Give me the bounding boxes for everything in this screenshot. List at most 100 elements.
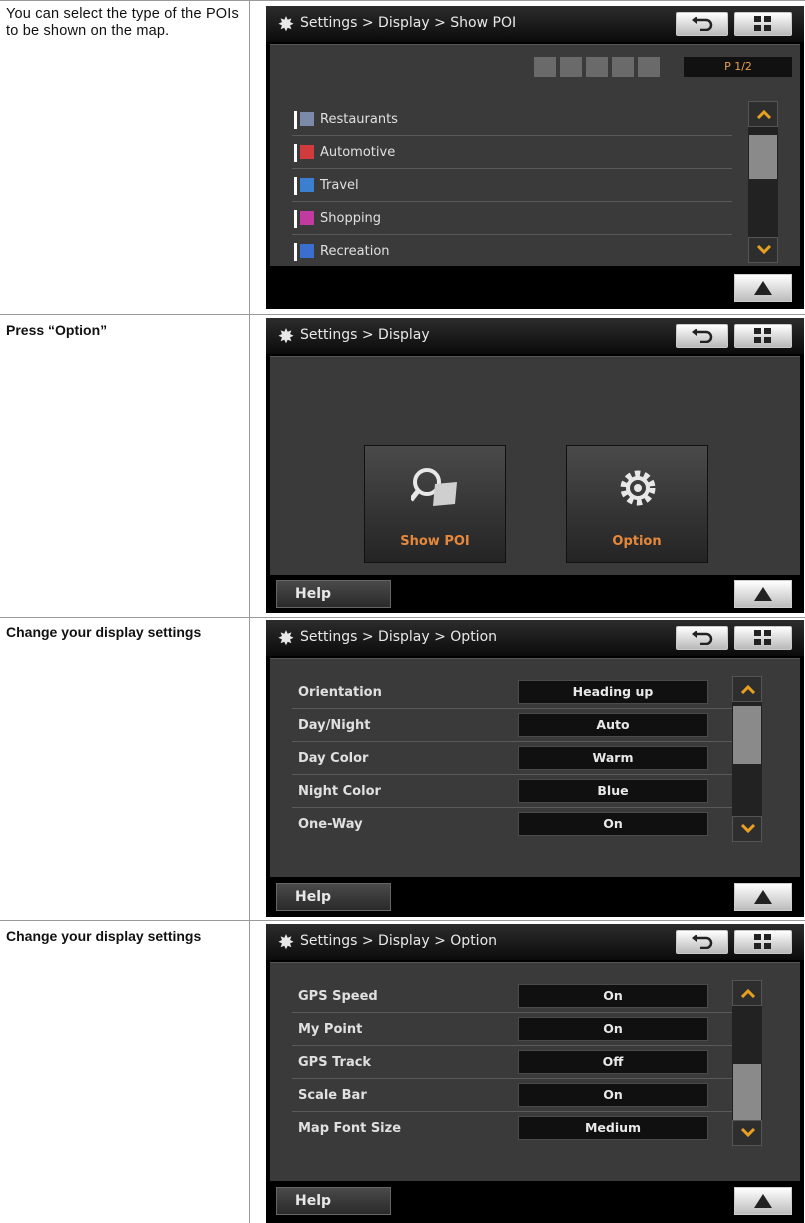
chevron-up-icon (756, 109, 772, 119)
back-arrow-icon (692, 631, 713, 645)
back-button[interactable] (676, 12, 728, 36)
header-bar: ✸ Settings > Display (266, 318, 804, 354)
poi-item-label: Shopping (320, 211, 382, 226)
back-arrow-icon (692, 329, 713, 343)
scroll-thumb[interactable] (733, 1064, 761, 1120)
grid-menu-icon (754, 630, 771, 645)
scroll-thumb[interactable] (749, 135, 777, 179)
option-value-button[interactable]: Blue (518, 779, 708, 803)
option-row-gps-speed: GPS Speed On (292, 980, 732, 1013)
option-value-button[interactable]: Heading up (518, 680, 708, 704)
grid-menu-icon (754, 16, 771, 31)
row-1-description: You can select the type of the POIs to b… (6, 6, 239, 39)
settings-gear-icon: ✸ (277, 12, 295, 36)
chevron-down-icon (740, 1128, 756, 1138)
scrollbar[interactable] (732, 676, 762, 842)
collapse-up-button[interactable] (734, 883, 792, 911)
chevron-down-icon (740, 824, 756, 834)
option-row-one-way: One-Way On (292, 808, 732, 841)
show-poi-tile[interactable]: Show POI (364, 445, 506, 563)
settings-gear-icon: ✸ (277, 324, 295, 348)
menu-button[interactable] (734, 626, 792, 650)
collapse-up-button[interactable] (734, 274, 792, 302)
help-button[interactable]: Help (276, 883, 391, 911)
travel-icon (294, 177, 314, 195)
scrollbar[interactable] (748, 101, 778, 263)
option-tile[interactable]: Option (566, 445, 708, 563)
menu-button[interactable] (734, 930, 792, 954)
poi-item-restaurants[interactable]: Restaurants (292, 103, 732, 136)
restaurant-icon (294, 111, 314, 129)
option-label: GPS Track (298, 1055, 372, 1070)
breadcrumb: Settings > Display > Option (300, 933, 498, 949)
column-divider (249, 0, 250, 1223)
footer-bar (266, 270, 804, 306)
up-arrow-icon (754, 890, 772, 904)
scrollbar[interactable] (732, 980, 762, 1146)
help-button[interactable]: Help (276, 580, 391, 608)
scroll-down-button[interactable] (748, 237, 778, 263)
back-button[interactable] (676, 626, 728, 650)
option-value-button[interactable]: On (518, 1083, 708, 1107)
scroll-down-button[interactable] (732, 1120, 762, 1146)
option-value-button[interactable]: On (518, 984, 708, 1008)
option-row-night-color: Night Color Blue (292, 775, 732, 808)
option-value-button[interactable]: On (518, 812, 708, 836)
scroll-up-button[interactable] (732, 676, 762, 702)
menu-button[interactable] (734, 12, 792, 36)
option-label: Orientation (298, 685, 382, 700)
poi-item-label: Travel (320, 178, 359, 193)
option-value-button[interactable]: Medium (518, 1116, 708, 1140)
menu-button[interactable] (734, 324, 792, 348)
page-dot (560, 57, 582, 77)
magnifier-map-icon (411, 468, 457, 506)
poi-item-travel[interactable]: Travel (292, 169, 732, 202)
settings-gear-icon: ✸ (277, 930, 295, 954)
option-value-button[interactable]: On (518, 1017, 708, 1041)
back-button[interactable] (676, 324, 728, 348)
header-bar: ✸ Settings > Display > Option (266, 924, 804, 960)
help-button[interactable]: Help (276, 1187, 391, 1215)
grid-menu-icon (754, 934, 771, 949)
option-label: Scale Bar (298, 1088, 367, 1103)
tile-label: Show POI (400, 534, 470, 549)
page-dot (638, 57, 660, 77)
back-button[interactable] (676, 930, 728, 954)
show-poi-screen: ✸ Settings > Display > Show POI P 1/2 Re… (266, 6, 804, 309)
scroll-down-button[interactable] (732, 816, 762, 842)
poi-item-label: Automotive (320, 145, 396, 160)
poi-item-recreation[interactable]: Recreation (292, 235, 732, 268)
footer-bar: Help (266, 879, 804, 915)
up-arrow-icon (754, 281, 772, 295)
option-row-map-font-size: Map Font Size Medium (292, 1112, 732, 1145)
collapse-up-button[interactable] (734, 580, 792, 608)
header-bar: ✸ Settings > Display > Show POI (266, 6, 804, 42)
option-value-button[interactable]: Auto (518, 713, 708, 737)
scroll-up-button[interactable] (748, 101, 778, 127)
option-row-my-point: My Point On (292, 1013, 732, 1046)
option-row-gps-track: GPS Track Off (292, 1046, 732, 1079)
option-label: Map Font Size (298, 1121, 402, 1136)
row-3-description: Change your display settings (6, 624, 202, 640)
option-value-button[interactable]: Off (518, 1050, 708, 1074)
display-panel: Show POI Option (270, 356, 800, 575)
row-divider (0, 314, 805, 315)
option-row-day-night: Day/Night Auto (292, 709, 732, 742)
option-label: Day/Night (298, 718, 371, 733)
row-4-description: Change your display settings (6, 928, 202, 944)
row-divider (0, 920, 805, 921)
chevron-down-icon (756, 245, 772, 255)
up-arrow-icon (754, 587, 772, 601)
up-arrow-icon (754, 1194, 772, 1208)
scroll-thumb[interactable] (733, 706, 761, 764)
footer-bar: Help (266, 576, 804, 612)
page-indicator: P 1/2 (684, 57, 792, 77)
poi-item-shopping[interactable]: Shopping (292, 202, 732, 235)
settings-gear-icon: ✸ (277, 626, 295, 650)
display-menu-screen: ✸ Settings > Display Show POI Option Hel… (266, 318, 804, 613)
option-screen-page-2: ✸ Settings > Display > Option GPS Speed … (266, 924, 804, 1223)
option-value-button[interactable]: Warm (518, 746, 708, 770)
poi-item-automotive[interactable]: Automotive (292, 136, 732, 169)
collapse-up-button[interactable] (734, 1187, 792, 1215)
scroll-up-button[interactable] (732, 980, 762, 1006)
